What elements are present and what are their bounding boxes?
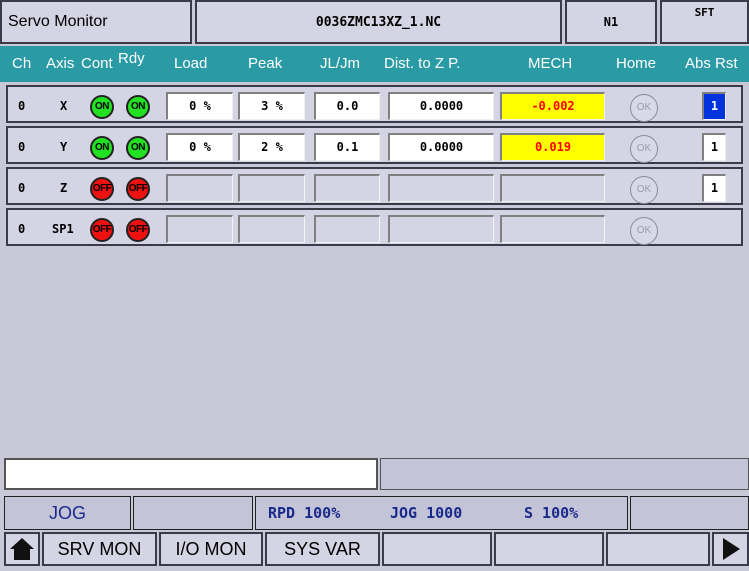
axis-row-x[interactable]: 0 X ON ON 0 % 3 % 0.0 0.0000 -0.002 OK 1 — [6, 85, 743, 123]
feed-status-bar: RPD 100% JOG 1000 S 100% — [255, 496, 628, 530]
home-ok-button[interactable]: OK — [630, 217, 658, 245]
col-ch: Ch — [12, 55, 32, 72]
rapid-override: RPD 100% — [268, 504, 341, 522]
mech-value: 0.019 — [500, 133, 605, 161]
peak-value — [238, 174, 305, 202]
softkey-6[interactable] — [494, 532, 604, 566]
channel-value: 0 — [18, 222, 26, 236]
cont-indicator: OFF — [90, 177, 114, 201]
col-abs-rst: Abs Rst — [685, 55, 738, 72]
next-page-button[interactable] — [712, 532, 749, 566]
sequence-number: N1 — [603, 15, 619, 29]
next-page-icon — [722, 538, 740, 560]
jl-jm-value — [314, 215, 380, 243]
io-mon-softkey[interactable]: I/O MON — [159, 532, 263, 566]
rdy-indicator: ON — [126, 136, 150, 160]
sequence-panel: N1 — [565, 0, 657, 44]
col-home: Home — [616, 55, 657, 72]
col-peak: Peak — [248, 55, 283, 72]
load-value: 0 % — [166, 133, 233, 161]
rdy-indicator: OFF — [126, 218, 150, 242]
jl-jm-value: 0.1 — [314, 133, 380, 161]
col-axis: Axis — [46, 55, 75, 72]
load-value — [166, 215, 233, 243]
cont-indicator: ON — [90, 136, 114, 160]
home-icon — [10, 538, 34, 560]
rdy-indicator: OFF — [126, 177, 150, 201]
page-title: Servo Monitor — [8, 13, 108, 30]
dist-to-zero-value: 0.0000 — [388, 92, 494, 120]
status-cell-right — [630, 496, 749, 530]
dist-to-zero-value: 0.0000 — [388, 133, 494, 161]
peak-value: 3 % — [238, 92, 305, 120]
axis-row-y[interactable]: 0 Y ON ON 0 % 2 % 0.1 0.0000 0.019 OK 1 — [6, 126, 743, 164]
rdy-indicator: ON — [126, 95, 150, 119]
softkey-7[interactable] — [606, 532, 710, 566]
cont-indicator: ON — [90, 95, 114, 119]
axis-row-z[interactable]: 0 Z OFF OFF OK 1 — [6, 167, 743, 205]
channel-value: 0 — [18, 181, 26, 195]
home-ok-button[interactable]: OK — [630, 94, 658, 122]
axis-row-sp1[interactable]: 0 SP1 OFF OFF OK — [6, 208, 743, 246]
jog-feed: JOG 1000 — [390, 504, 463, 522]
operation-mode: JOG — [4, 496, 131, 530]
mech-value: -0.002 — [500, 92, 605, 120]
col-load: Load — [174, 55, 208, 72]
program-name-panel: 0036ZMC13XZ_1.NC — [195, 0, 562, 44]
column-header-bar: Ch Axis Cont Rdy Load Peak JL/Jm Dist. t… — [0, 46, 749, 82]
col-rdy: Rdy — [118, 50, 145, 67]
mech-value — [500, 174, 605, 202]
axis-name: Y — [60, 140, 68, 154]
mode-flag: SFT — [694, 6, 715, 19]
channel-value: 0 — [18, 99, 26, 113]
col-dist-to-zero: Dist. to Z P. — [384, 55, 461, 72]
home-ok-button[interactable]: OK — [630, 135, 658, 163]
mode-flag-panel: SFT — [660, 0, 749, 44]
command-input[interactable] — [4, 458, 378, 490]
abs-reset-button[interactable]: 1 — [702, 133, 726, 161]
softkey-5[interactable] — [382, 532, 492, 566]
srv-mon-softkey[interactable]: SRV MON — [42, 532, 157, 566]
cont-indicator: OFF — [90, 218, 114, 242]
channel-value: 0 — [18, 140, 26, 154]
col-jl-jm: JL/Jm — [320, 55, 361, 72]
title-panel: Servo Monitor — [0, 0, 192, 44]
home-button[interactable] — [4, 532, 40, 566]
abs-reset-button[interactable]: 1 — [702, 174, 726, 202]
spindle-override: S 100% — [524, 504, 579, 522]
home-ok-button[interactable]: OK — [630, 176, 658, 204]
program-name: 0036ZMC13XZ_1.NC — [315, 14, 442, 30]
abs-reset-button[interactable]: 1 — [702, 92, 726, 120]
axis-name: Z — [60, 181, 68, 195]
peak-value — [238, 215, 305, 243]
axis-name: SP1 — [52, 222, 74, 236]
peak-value: 2 % — [238, 133, 305, 161]
load-value: 0 % — [166, 92, 233, 120]
axis-name: X — [60, 99, 68, 113]
col-mech: MECH — [528, 55, 573, 72]
message-area — [380, 458, 749, 490]
dist-to-zero-value — [388, 215, 494, 243]
load-value — [166, 174, 233, 202]
jl-jm-value — [314, 174, 380, 202]
dist-to-zero-value — [388, 174, 494, 202]
col-cont: Cont — [81, 55, 113, 72]
mech-value — [500, 215, 605, 243]
sys-var-softkey[interactable]: SYS VAR — [265, 532, 380, 566]
status-cell-blank — [133, 496, 253, 530]
jl-jm-value: 0.0 — [314, 92, 380, 120]
